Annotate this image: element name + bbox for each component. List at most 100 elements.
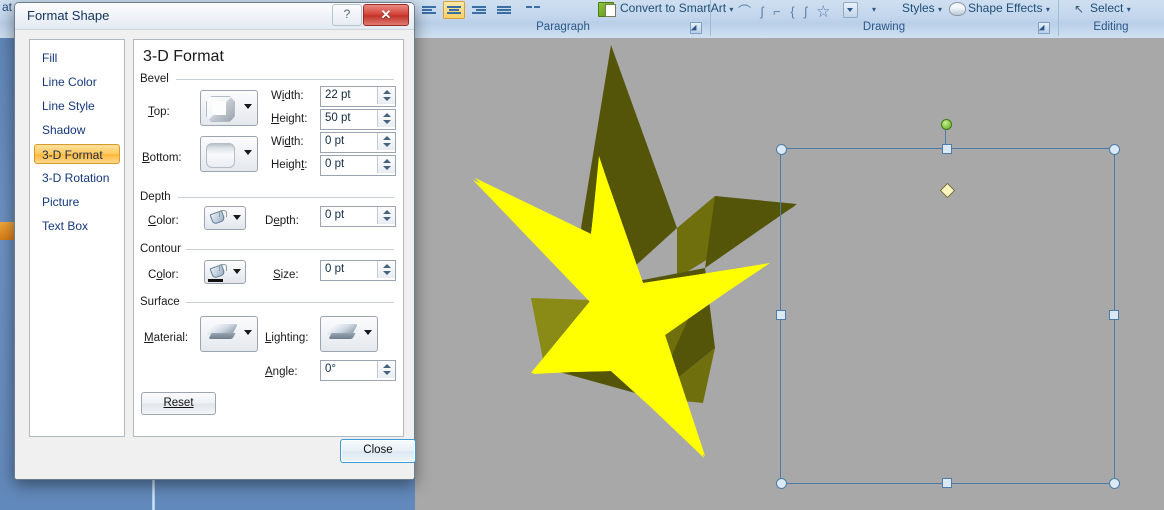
label-material: Material: [144, 332, 189, 344]
format-shape-dialog: Format Shape ? ✕ Fill Line Color Line St… [14, 2, 416, 480]
resize-handle-bottom-right[interactable] [1109, 478, 1120, 489]
bevel-preview-icon [206, 143, 235, 168]
help-button[interactable]: ? [332, 4, 362, 26]
bevel-top-width-stepper[interactable]: 22 pt [320, 86, 396, 107]
label-depth-color: Color: [148, 215, 179, 227]
depth-value: 0 pt [325, 209, 345, 221]
select-label: Select [1090, 1, 1124, 15]
group-heading-bevel: Bevel [140, 73, 169, 85]
bevel-bottom-height-value: 0 pt [325, 158, 345, 170]
align-center-button[interactable] [443, 1, 465, 19]
stepper-buttons[interactable] [377, 110, 395, 127]
sidebar-item-line-color[interactable]: Line Color [34, 72, 120, 92]
bevel-top-height-stepper[interactable]: 50 pt [320, 109, 396, 130]
arrange-menu-button[interactable]: ▾ [872, 1, 876, 15]
convert-to-smartart-button[interactable]: Convert to SmartArt ▾ [620, 1, 733, 15]
group-label-editing: Editing [1093, 21, 1129, 33]
dialog-category-list[interactable]: Fill Line Color Line Style Shadow 3-D Fo… [29, 39, 125, 437]
slide-canvas[interactable] [415, 38, 1164, 510]
chevron-down-icon: ▾ [1126, 5, 1131, 14]
sidebar-item-3d-format[interactable]: 3-D Format [34, 144, 120, 164]
align-right-button[interactable] [468, 1, 490, 19]
drawing-dialog-launcher[interactable] [1038, 22, 1050, 34]
sidebar-item-3d-rotation[interactable]: 3-D Rotation [34, 168, 120, 188]
label-depth: Depth: [265, 215, 299, 227]
sidebar-item-picture[interactable]: Picture [34, 192, 120, 212]
paragraph-dialog-launcher[interactable] [690, 22, 702, 34]
reset-button[interactable]: Reset [141, 392, 216, 415]
material-3d-box-icon [206, 324, 238, 342]
shape-effects-button[interactable]: Shape Effects ▾ [968, 1, 1050, 15]
sidebar-item-text-box[interactable]: Text Box [34, 216, 120, 236]
group-rule [176, 79, 394, 80]
resize-handle-bottom-left[interactable] [776, 478, 787, 489]
resize-handle-middle-left[interactable] [776, 310, 786, 320]
sidebar-item-fill[interactable]: Fill [34, 48, 120, 68]
label-bevel-bottom-width: Width: [271, 136, 304, 148]
group-heading-contour: Contour [140, 243, 181, 255]
align-left-button[interactable] [418, 1, 440, 19]
shape-effects-label: Shape Effects [968, 1, 1043, 15]
label-bevel-top: Top: [148, 106, 170, 118]
bevel-top-picker[interactable] [200, 90, 258, 126]
resize-handle-bottom-center[interactable] [942, 478, 952, 488]
styles-label: Styles [902, 1, 935, 15]
sidebar-item-shadow[interactable]: Shadow [34, 120, 120, 140]
close-icon[interactable]: ✕ [363, 4, 409, 26]
stepper-buttons[interactable] [377, 207, 395, 224]
resize-handle-top-right[interactable] [1109, 144, 1120, 155]
align-justify-button[interactable] [493, 1, 515, 19]
bevel-top-height-value: 50 pt [325, 112, 351, 124]
chevron-down-icon [244, 104, 252, 109]
chevron-down-icon [233, 215, 241, 220]
chevron-down-icon [244, 150, 252, 155]
shapes-gallery-more-button[interactable] [843, 2, 858, 18]
label-bevel-top-width: Width: [271, 90, 304, 102]
shapes-gallery[interactable]: ⌒ ʃ ⌐ { ʃ ☆ [738, 1, 833, 20]
stepper-buttons[interactable] [377, 156, 395, 173]
dialog-content-panel: 3-D Format Bevel Top: Width: 22 pt Heigh… [133, 39, 404, 437]
stepper-buttons[interactable] [377, 133, 395, 150]
reset-label: Reset [163, 397, 194, 409]
label-contour-size: Size: [273, 269, 299, 281]
select-button[interactable]: Select ▾ [1090, 1, 1131, 15]
angle-value: 0° [325, 363, 336, 375]
shape-styles-button[interactable]: Styles ▾ [902, 1, 942, 15]
label-lighting: Lighting: [265, 332, 309, 344]
columns-button[interactable] [522, 1, 544, 19]
group-label-drawing: Drawing [862, 21, 906, 33]
angle-stepper[interactable]: 0° [320, 360, 396, 381]
paint-bucket-icon [209, 264, 227, 279]
rotation-handle[interactable] [941, 119, 952, 130]
depth-color-picker[interactable] [204, 206, 246, 230]
group-heading-surface: Surface [140, 296, 180, 308]
group-heading-depth: Depth [140, 191, 171, 203]
resize-handle-top-left[interactable] [776, 144, 787, 155]
chevron-down-icon: ▾ [872, 5, 877, 14]
label-bevel-bottom: Bottom: [142, 152, 182, 164]
contour-size-value: 0 pt [325, 263, 345, 275]
lighting-picker[interactable] [320, 316, 378, 352]
label-bevel-top-height: Height: [271, 113, 308, 125]
resize-handle-middle-right[interactable] [1109, 310, 1119, 320]
sidebar-item-line-style[interactable]: Line Style [34, 96, 120, 116]
bevel-bottom-picker[interactable] [200, 136, 258, 172]
label-bevel-bottom-height: Height: [271, 159, 308, 171]
resize-handle-top-center[interactable] [942, 144, 952, 154]
select-pointer-icon: ↖ [1074, 2, 1085, 16]
material-picker[interactable] [200, 316, 258, 352]
contour-color-picker[interactable] [204, 260, 246, 284]
close-button[interactable]: Close [340, 439, 416, 463]
stepper-buttons[interactable] [377, 87, 395, 104]
bevel-bottom-height-stepper[interactable]: 0 pt [320, 155, 396, 176]
bevel-bottom-width-stepper[interactable]: 0 pt [320, 132, 396, 153]
stepper-buttons[interactable] [377, 361, 395, 378]
shape-effects-icon [949, 2, 966, 16]
depth-stepper[interactable]: 0 pt [320, 206, 396, 227]
page-title: 3-D Format [143, 48, 224, 65]
stepper-buttons[interactable] [377, 261, 395, 278]
color-indicator-bar [208, 279, 223, 282]
dialog-title-bar[interactable]: Format Shape ? ✕ [15, 3, 414, 30]
bevel-preview-icon [206, 96, 235, 122]
contour-size-stepper[interactable]: 0 pt [320, 260, 396, 281]
